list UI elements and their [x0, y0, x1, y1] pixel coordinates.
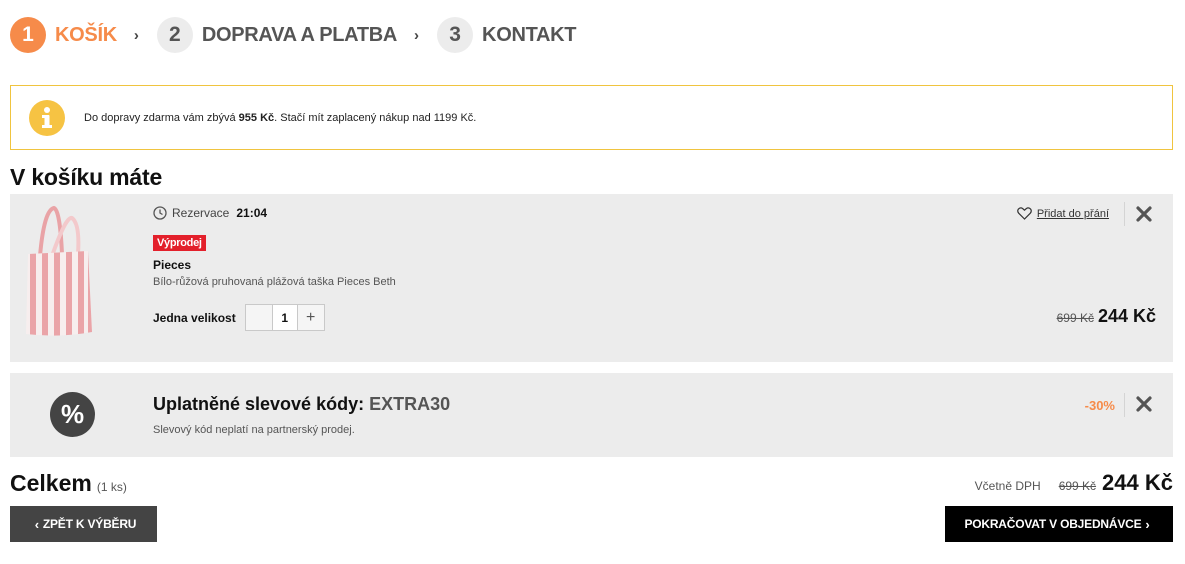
increase-quantity-button[interactable]: + [297, 305, 324, 330]
product-name[interactable]: Bílo-růžová pruhovaná plážová taška Piec… [153, 276, 396, 288]
divider [1124, 393, 1125, 417]
product-brand[interactable]: Pieces [153, 258, 191, 272]
step-label: KOŠÍK [55, 23, 117, 46]
back-button-label: ZPĚT K VÝBĚRU [42, 517, 137, 531]
cart-item: Rezervace 21:04 Výprodej Pieces Bílo-růž… [10, 194, 1173, 362]
remove-item-button[interactable] [1135, 205, 1153, 223]
reservation: Rezervace 21:04 [153, 206, 267, 220]
product-image[interactable] [22, 204, 94, 339]
quantity-stepper: 1 + [244, 304, 325, 331]
total-price: Včetně DPH 699 Kč 244 Kč [975, 470, 1173, 496]
close-icon [1136, 206, 1152, 222]
total-summary: Celkem (1 ks) [10, 470, 127, 497]
step-number: 2 [156, 17, 193, 53]
back-to-shopping-button[interactable]: ‹ ZPĚT K VÝBĚRU [10, 506, 157, 542]
continue-button-label: POKRAČOVAT V OBJEDNÁVCE [964, 517, 1142, 531]
step-contact[interactable]: 3 KONTAKT [437, 17, 577, 53]
reservation-label: Rezervace [172, 206, 230, 220]
size-label: Jedna velikost [153, 310, 236, 325]
page-title: V košíku máte [10, 164, 163, 190]
discount-note: Slevový kód neplatí na partnerský prodej… [153, 424, 355, 436]
chevron-right-icon: › [414, 26, 420, 44]
vat-label: Včetně DPH [974, 479, 1041, 493]
discount-percent: -30% [1084, 398, 1115, 413]
add-to-wishlist-link[interactable]: Přidat do přání [1017, 207, 1109, 220]
free-shipping-notice: Do dopravy zdarma vám zbývá 955 Kč. Stač… [10, 85, 1173, 150]
sale-price: 244 Kč [1097, 306, 1156, 326]
size-quantity-row: Jedna velikost 1 + [153, 304, 325, 331]
info-text: Do dopravy zdarma vám zbývá 955 Kč. Stač… [84, 111, 477, 124]
chevron-right-icon: › [133, 26, 139, 44]
info-icon [29, 99, 65, 136]
step-number: 1 [10, 17, 46, 53]
total-original-price: 699 Kč [1058, 479, 1097, 493]
step-label: DOPRAVA A PLATBA [201, 23, 398, 46]
discount-code: EXTRA30 [369, 394, 451, 414]
total-label: Celkem [10, 470, 92, 496]
item-price: 699 Kč 244 Kč [1057, 306, 1156, 327]
step-label: KONTAKT [482, 23, 577, 46]
chevron-right-icon: › [1145, 516, 1150, 532]
clock-icon [153, 206, 167, 220]
percent-icon: % [50, 392, 95, 437]
remaining-amount: 955 Kč [238, 111, 275, 124]
wishlist-label: Přidat do přání [1036, 207, 1109, 220]
chevron-left-icon: ‹ [34, 516, 39, 532]
sale-badge: Výprodej [153, 235, 206, 251]
remove-discount-button[interactable] [1135, 395, 1153, 413]
heart-icon [1017, 207, 1032, 220]
quantity-value[interactable]: 1 [271, 305, 298, 330]
checkout-steps: 1 KOŠÍK › 2 DOPRAVA A PLATBA › 3 KONTAKT [10, 17, 577, 53]
original-price: 699 Kč [1056, 311, 1094, 325]
item-count: (1 ks) [96, 480, 127, 494]
close-icon [1136, 396, 1152, 412]
step-shipping-payment[interactable]: 2 DOPRAVA A PLATBA [156, 17, 398, 53]
discount-title: Uplatněné slevové kódy: EXTRA30 [153, 394, 451, 414]
decrease-quantity-button[interactable] [245, 305, 272, 330]
continue-order-button[interactable]: POKRAČOVAT V OBJEDNÁVCE › [945, 506, 1173, 542]
total-final-price: 244 Kč [1102, 470, 1173, 495]
reservation-time: 21:04 [236, 206, 268, 220]
discount-row: % Uplatněné slevové kódy: EXTRA30 Slevov… [10, 373, 1173, 457]
step-number: 3 [437, 17, 474, 53]
step-cart[interactable]: 1 KOŠÍK [10, 17, 117, 53]
divider [1124, 202, 1125, 226]
